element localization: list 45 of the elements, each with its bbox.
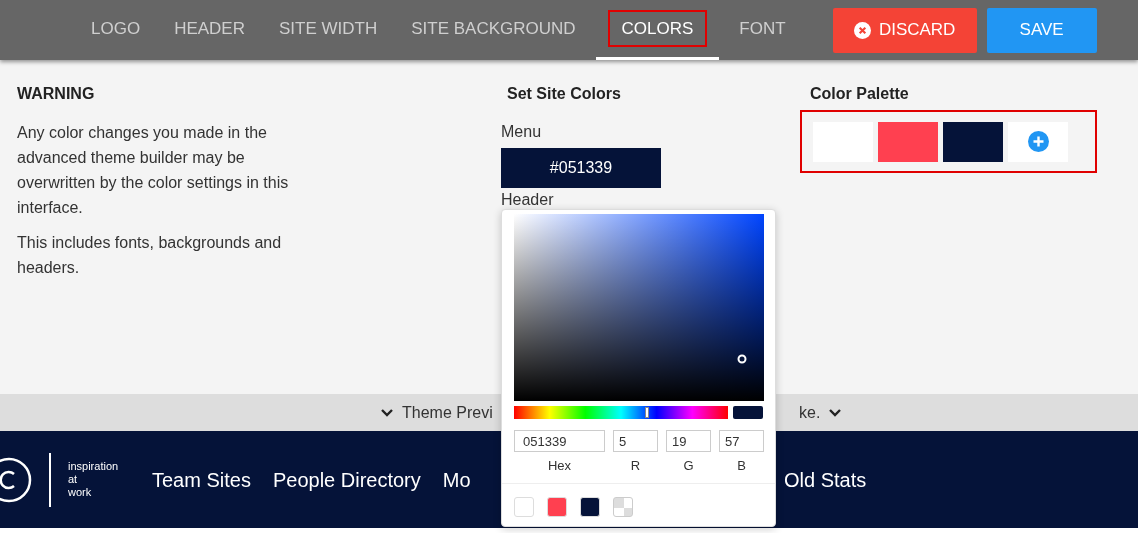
input-label: B (737, 457, 746, 475)
preset-swatch[interactable] (580, 496, 600, 517)
color-swatch[interactable] (943, 121, 1003, 162)
warning-title: WARNING (17, 84, 96, 104)
tab[interactable]: LOGO (77, 0, 155, 60)
chevron-down-icon (828, 407, 843, 418)
discard-button[interactable]: DISCARD (832, 7, 977, 53)
tab[interactable]: HEADER (160, 0, 259, 60)
preview-text: Theme Previ (402, 402, 494, 423)
input-label: Hex (547, 457, 572, 475)
warning-text: Any color changes you made in the advanced theme builder may be overwritten by the color settings in this interface. (17, 123, 290, 218)
plus-icon (1027, 131, 1049, 152)
color-input[interactable]: 051339 (514, 430, 605, 452)
hue-slider[interactable] (514, 406, 729, 419)
section-title: Color Palette (810, 84, 910, 104)
tab[interactable]: SITE WIDTH (265, 0, 392, 60)
tab[interactable]: SITE BACKGROUND (397, 0, 590, 60)
color-input[interactable]: 5 (613, 430, 658, 452)
tab[interactable]: FONT (725, 0, 800, 60)
logo-icon (0, 456, 32, 503)
slider-thumb[interactable] (645, 407, 650, 418)
section-title: Set Site Colors (507, 84, 622, 104)
color-field[interactable]: #051339 (501, 148, 661, 188)
field-label: Menu (501, 122, 543, 142)
logo-tagline: inspiration at work (68, 460, 120, 499)
input-label: R (630, 457, 641, 475)
add-color-button[interactable] (1008, 121, 1068, 162)
color-swatch[interactable] (878, 121, 938, 162)
input-label: G (683, 457, 694, 475)
preset-swatch[interactable] (547, 496, 567, 517)
warning-text: This includes fonts, backgrounds and headers. (17, 233, 283, 278)
field-label: Header (501, 192, 555, 208)
nav-link[interactable]: Mo (442, 464, 471, 495)
nav-link[interactable]: Team Sites (152, 464, 251, 495)
preset-swatch[interactable] (514, 496, 534, 517)
nav-link[interactable]: Old Stats (784, 464, 867, 495)
color-input[interactable]: 57 (719, 430, 764, 452)
chevron-down-icon (380, 407, 394, 418)
color-input[interactable]: 19 (666, 430, 711, 452)
nav-link[interactable]: People Directory (272, 464, 421, 495)
picker-handle[interactable] (737, 354, 747, 364)
saturation-area[interactable] (514, 214, 764, 401)
close-icon (853, 21, 871, 39)
preview-text: ke. (799, 402, 821, 423)
transparent-swatch[interactable] (613, 496, 633, 517)
